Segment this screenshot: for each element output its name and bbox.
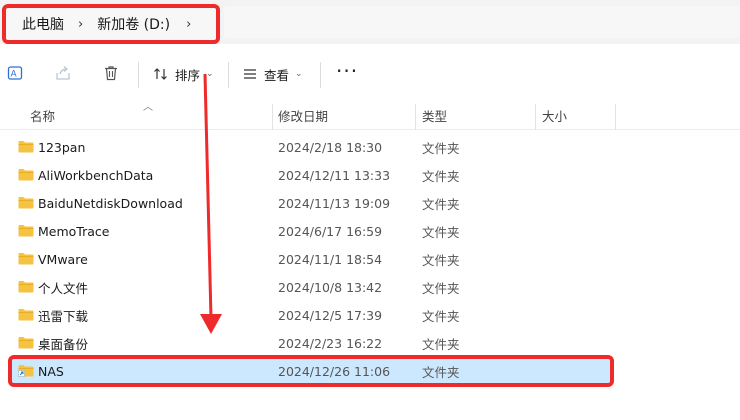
sort-icon xyxy=(154,68,167,80)
view-label: 查看 xyxy=(264,67,290,83)
breadcrumb-drive-d[interactable]: 新加卷 (D:) xyxy=(97,14,170,34)
trash-glyph xyxy=(105,66,117,81)
folder-icon xyxy=(18,309,34,321)
file-type: 文件夹 xyxy=(422,224,460,240)
file-type: 文件夹 xyxy=(422,196,460,212)
sort-label: 排序 xyxy=(175,67,201,83)
file-name: 个人文件 xyxy=(38,280,89,296)
address-bar[interactable]: 此电脑 › 新加卷 (D:) › xyxy=(0,0,740,44)
toolbar-divider xyxy=(138,62,139,88)
column-type[interactable]: 类型 xyxy=(422,100,447,130)
toolbar-divider xyxy=(320,62,321,88)
file-name: BaiduNetdiskDownload xyxy=(38,195,183,211)
column-modified[interactable]: 修改日期 xyxy=(278,100,328,130)
share-icon[interactable] xyxy=(52,62,74,84)
column-divider[interactable] xyxy=(272,104,273,130)
breadcrumb-this-pc[interactable]: 此电脑 xyxy=(22,14,64,34)
column-divider[interactable] xyxy=(535,104,536,130)
breadcrumb-chevron[interactable]: › xyxy=(186,17,191,32)
toolbar: A 排序 ⌄ 查看 ⌄ ··· xyxy=(0,54,740,96)
file-type: 文件夹 xyxy=(422,140,460,156)
file-type: 文件夹 xyxy=(422,308,460,324)
file-modified: 2024/2/23 16:22 xyxy=(278,335,383,351)
file-row[interactable]: VMware 2024/11/1 18:54 文件夹 xyxy=(12,246,612,272)
file-row[interactable]: 迅雷下载 2024/12/5 17:39 文件夹 xyxy=(12,302,612,328)
file-name: AliWorkbenchData xyxy=(38,167,154,183)
annotation-highlight-box xyxy=(8,355,614,387)
delete-icon[interactable] xyxy=(100,62,122,84)
file-row[interactable]: 个人文件 2024/10/8 13:42 文件夹 xyxy=(12,274,612,300)
file-row[interactable]: MemoTrace 2024/6/17 16:59 文件夹 xyxy=(12,218,612,244)
file-modified: 2024/6/17 16:59 xyxy=(278,223,383,239)
file-type: 文件夹 xyxy=(422,168,460,184)
rename-glyph: A xyxy=(7,66,23,80)
file-name: 123pan xyxy=(38,139,86,155)
file-modified: 2024/2/18 18:30 xyxy=(278,139,383,155)
column-size[interactable]: 大小 xyxy=(542,100,567,130)
column-name[interactable]: 名称 xyxy=(30,100,55,130)
file-row[interactable]: BaiduNetdiskDownload 2024/11/13 19:09 文件… xyxy=(12,190,612,216)
file-modified: 2024/12/5 17:39 xyxy=(278,307,383,323)
file-row[interactable]: AliWorkbenchData 2024/12/11 13:33 文件夹 xyxy=(12,162,612,188)
folder-icon xyxy=(18,253,34,265)
breadcrumb-separator[interactable]: › xyxy=(78,17,83,32)
view-button[interactable]: 查看 ⌄ xyxy=(242,60,303,88)
file-modified: 2024/11/1 18:54 xyxy=(278,251,383,267)
file-type: 文件夹 xyxy=(422,280,460,296)
file-modified: 2024/11/13 19:09 xyxy=(278,195,391,211)
chevron-down-icon: ⌄ xyxy=(295,69,303,79)
file-name: 迅雷下载 xyxy=(38,308,89,324)
sort-button[interactable]: 排序 ⌄ xyxy=(153,60,214,88)
file-modified: 2024/12/11 13:33 xyxy=(278,167,391,183)
folder-icon xyxy=(18,169,34,181)
folder-icon xyxy=(18,141,34,153)
file-type: 文件夹 xyxy=(422,252,460,268)
share-glyph xyxy=(56,66,70,80)
folder-icon xyxy=(18,281,34,293)
file-row[interactable]: 123pan 2024/2/18 18:30 文件夹 xyxy=(12,134,612,160)
folder-icon xyxy=(18,197,34,209)
folder-icon xyxy=(18,225,34,237)
view-list-icon xyxy=(244,69,256,79)
column-header: ︿ 名称 修改日期 类型 大小 xyxy=(0,100,740,130)
more-options-button[interactable]: ··· xyxy=(336,61,358,81)
address-field-empty[interactable] xyxy=(224,6,740,38)
folder-icon xyxy=(18,337,34,349)
column-divider[interactable] xyxy=(615,104,616,130)
file-name: VMware xyxy=(38,251,88,267)
sort-ascending-icon: ︿ xyxy=(143,102,153,113)
rename-icon[interactable]: A xyxy=(4,62,26,84)
chevron-down-icon: ⌄ xyxy=(206,69,214,79)
file-name: 桌面备份 xyxy=(38,336,89,352)
file-type: 文件夹 xyxy=(422,336,460,352)
breadcrumb: 此电脑 › 新加卷 (D:) › xyxy=(2,4,220,44)
column-divider[interactable] xyxy=(415,104,416,130)
toolbar-divider xyxy=(228,62,229,88)
file-modified: 2024/10/8 13:42 xyxy=(278,279,383,295)
svg-text:A: A xyxy=(11,70,18,80)
file-row[interactable]: 桌面备份 2024/2/23 16:22 文件夹 xyxy=(12,330,612,356)
file-name: MemoTrace xyxy=(38,223,110,239)
